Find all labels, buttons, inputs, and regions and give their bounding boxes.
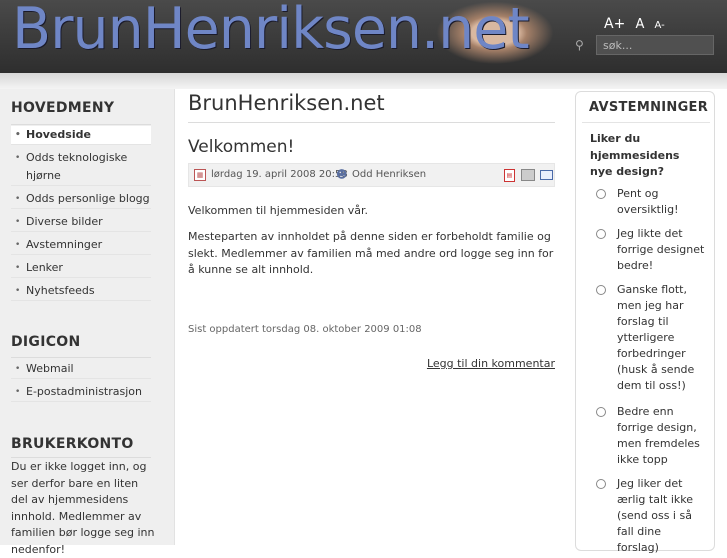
divider bbox=[188, 122, 555, 123]
poll-option: Pent og oversiktlig! bbox=[596, 186, 706, 218]
font-increase-button[interactable]: A+ bbox=[604, 16, 625, 32]
left-sidebar: HOVEDMENY Hovedside Odds teknologiske hj… bbox=[0, 89, 175, 556]
font-decrease-button[interactable]: A- bbox=[655, 20, 665, 31]
menu-item-lenker[interactable]: Lenker bbox=[11, 259, 151, 278]
font-reset-button[interactable]: A bbox=[635, 17, 644, 32]
site-logo[interactable]: BrunHenriksen.net bbox=[12, 0, 530, 62]
divider bbox=[11, 124, 151, 125]
article-date: lørdag 19. april 2008 20:58 bbox=[211, 169, 348, 180]
poll-option-radio[interactable] bbox=[596, 479, 606, 489]
divider bbox=[11, 457, 151, 458]
poll-option-label[interactable]: Jeg liker det ærlig talt ikke (send oss … bbox=[596, 476, 706, 556]
poll-title: AVSTEMNINGER bbox=[589, 100, 709, 115]
poll-option: Bedre enn forrige design, men fremdeles … bbox=[596, 404, 706, 468]
menu-item-personlige-blogg[interactable]: Odds personlige blogg bbox=[11, 190, 151, 209]
poll-question: Liker du hjemmesidens nye design? bbox=[590, 132, 680, 178]
menu-item-avstemninger[interactable]: Avstemninger bbox=[11, 236, 151, 255]
font-size-controls: A+ A A- bbox=[604, 16, 671, 32]
menu-item-teknologiske-hjorne[interactable]: Odds teknologiske hjørne bbox=[11, 149, 151, 186]
email-icon[interactable] bbox=[540, 170, 553, 180]
site-header: BrunHenriksen.net A+ A A- ⚲ bbox=[0, 0, 727, 73]
poll-option-label[interactable]: Ganske flott, men jeg har forslag til yt… bbox=[596, 282, 706, 394]
account-info-text: Du er ikke logget inn, og ser derfor bar… bbox=[11, 460, 155, 556]
page-title: BrunHenriksen.net bbox=[188, 91, 385, 115]
poll-option-radio[interactable] bbox=[596, 229, 606, 239]
poll-option: Jeg liker det ærlig talt ikke (send oss … bbox=[596, 476, 706, 556]
poll-option: Jeg likte det forrige designet bedre! bbox=[596, 226, 706, 274]
divider bbox=[11, 357, 151, 358]
menu-item-nyhetsfeeds[interactable]: Nyhetsfeeds bbox=[11, 282, 151, 301]
main-menu-title: HOVEDMENY bbox=[11, 100, 115, 116]
poll-option-radio[interactable] bbox=[596, 189, 606, 199]
user-icon: ☻ bbox=[336, 168, 348, 181]
last-updated: Sist oppdatert torsdag 08. oktober 2009 … bbox=[188, 324, 422, 335]
poll-option-label[interactable]: Pent og oversiktlig! bbox=[596, 186, 706, 218]
article-title: Velkommen! bbox=[188, 137, 295, 157]
menu-item-epostadministrasjon[interactable]: E-postadministrasjon bbox=[11, 383, 151, 402]
divider bbox=[582, 122, 710, 123]
menu-item-diverse-bilder[interactable]: Diverse bilder bbox=[11, 213, 151, 232]
right-sidebar: AVSTEMNINGER Liker du hjemmesidens nye d… bbox=[575, 89, 727, 554]
search-input[interactable] bbox=[596, 35, 714, 55]
poll-option-radio[interactable] bbox=[596, 407, 606, 417]
account-title: BRUKERKONTO bbox=[11, 436, 134, 452]
article-paragraph: Velkommen til hjemmesiden vår. bbox=[188, 204, 369, 217]
digicon-title: DIGICON bbox=[11, 334, 81, 350]
add-comment-link[interactable]: Legg til din kommentar bbox=[427, 357, 555, 370]
print-icon[interactable] bbox=[521, 169, 535, 181]
poll-option-radio[interactable] bbox=[596, 285, 606, 295]
poll-option: Ganske flott, men jeg har forslag til yt… bbox=[596, 282, 706, 394]
menu-item-webmail[interactable]: Webmail bbox=[11, 360, 151, 379]
search-icon: ⚲ bbox=[575, 38, 584, 52]
poll-module: AVSTEMNINGER Liker du hjemmesidens nye d… bbox=[575, 91, 715, 554]
pdf-icon[interactable]: ▤ bbox=[504, 169, 515, 182]
article-author: Odd Henriksen bbox=[352, 169, 427, 180]
menu-item-hovedside[interactable]: Hovedside bbox=[11, 126, 151, 145]
article-meta-bar: ▦ lørdag 19. april 2008 20:58 ☻ Odd Henr… bbox=[188, 163, 555, 187]
calendar-icon: ▦ bbox=[194, 169, 206, 181]
header-strip bbox=[0, 73, 727, 89]
article-paragraph: Mesteparten av innholdet på denne siden … bbox=[188, 230, 554, 276]
poll-option-label[interactable]: Bedre enn forrige design, men fremdeles … bbox=[596, 404, 706, 468]
poll-option-label[interactable]: Jeg likte det forrige designet bedre! bbox=[596, 226, 706, 274]
